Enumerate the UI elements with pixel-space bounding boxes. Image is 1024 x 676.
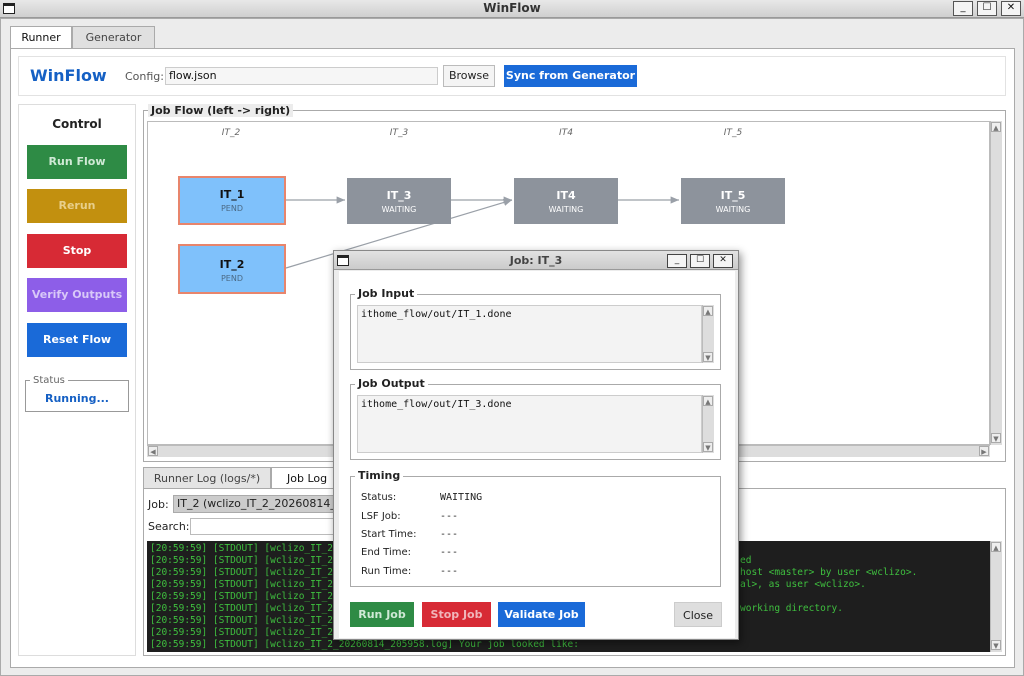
timing-label: Status: [361,492,397,503]
log-line: [20:59:59] [STDOUT] [wclizo_IT_2 [150,543,334,554]
timing-value: WAITING [440,492,483,503]
run-job-button[interactable]: Run Job [350,602,414,627]
timing-value: --- [440,529,459,540]
job-output-legend: Job Output [355,377,428,390]
log-line-tail: ed [740,555,752,566]
log-vertical-scrollbar[interactable] [990,541,1002,652]
node-state: WAITING [715,205,751,214]
timing-label: Run Time: [361,566,412,577]
search-label: Search: [148,520,190,533]
scroll-up-icon[interactable]: ▲ [703,306,713,316]
node-name: IT4 [556,189,576,202]
dialog-minimize-button[interactable]: _ [667,254,687,268]
flow-node-it-2[interactable]: IT_2 PEND [178,244,286,294]
search-input[interactable] [190,518,340,535]
log-line: [20:59:59] [STDOUT] [wclizo_IT_2 [150,579,334,590]
scroll-down-icon[interactable]: ▼ [703,442,713,452]
tab-job-log[interactable]: Job Log (l [271,467,337,489]
job-input-textarea[interactable]: ithome_flow/out/IT_1.done [357,305,702,363]
job-input-legend: Job Input [355,287,418,300]
log-line: [20:59:59] [STDOUT] [wclizo_IT_2_2026081… [150,639,579,650]
node-state: WAITING [548,205,584,214]
scroll-down-icon[interactable]: ▼ [703,352,713,362]
stop-job-button[interactable]: Stop Job [422,602,491,627]
scroll-up-icon[interactable]: ▲ [991,542,1001,552]
job-output-textarea[interactable]: ithome_flow/out/IT_3.done [357,395,702,453]
flow-node-it-3[interactable]: IT_3 WAITING [347,178,451,224]
node-name: IT_1 [219,188,245,201]
close-dialog-button[interactable]: Close [674,602,722,627]
flow-node-it-1[interactable]: IT_1 PEND [178,176,286,225]
log-line: [20:59:59] [STDOUT] [wclizo_IT_2 [150,567,334,578]
timing-label: End Time: [361,547,412,558]
timing-label: LSF Job: [361,511,401,522]
log-line-tail: working directory. [740,603,843,614]
dialog-maximize-button[interactable]: ☐ [690,254,710,268]
log-line-tail: al>, as user <wclizo>. [740,579,866,590]
node-name: IT_5 [720,189,746,202]
dialog-close-icon[interactable]: ✕ [713,254,733,268]
node-name: IT_3 [386,189,412,202]
timing-legend: Timing [355,469,404,482]
timing-value: --- [440,566,459,577]
validate-job-button[interactable]: Validate Job [498,602,585,627]
log-line: [20:59:59] [STDOUT] [wclizo_IT_2 [150,603,334,614]
timing-value: --- [440,547,459,558]
flow-node-it-5[interactable]: IT_5 WAITING [681,178,785,224]
node-name: IT_2 [219,258,245,271]
log-line: [20:59:59] [STDOUT] [wclizo_IT_2 [150,591,334,602]
scroll-down-icon[interactable]: ▼ [991,640,1001,650]
scroll-up-icon[interactable]: ▲ [703,396,713,406]
node-state: PEND [220,204,244,213]
job-label: Job: [148,498,169,511]
timing-value: --- [440,511,459,522]
log-line: [20:59:59] [STDOUT] [wclizo_IT_2 [150,627,334,638]
job-select[interactable]: IT_2 (wclizo_IT_2_20260814_20 [173,495,343,513]
log-line: [20:59:59] [STDOUT] [wclizo_IT_2 [150,615,334,626]
tab-runner-log[interactable]: Runner Log (logs/*) [143,467,271,489]
node-state: PEND [220,274,244,283]
log-line-tail: host <master> by user <wclizo>. [740,567,918,578]
node-state: WAITING [381,205,417,214]
timing-label: Start Time: [361,529,417,540]
log-line: [20:59:59] [STDOUT] [wclizo_IT_2 [150,555,334,566]
flow-node-it-4[interactable]: IT4 WAITING [514,178,618,224]
